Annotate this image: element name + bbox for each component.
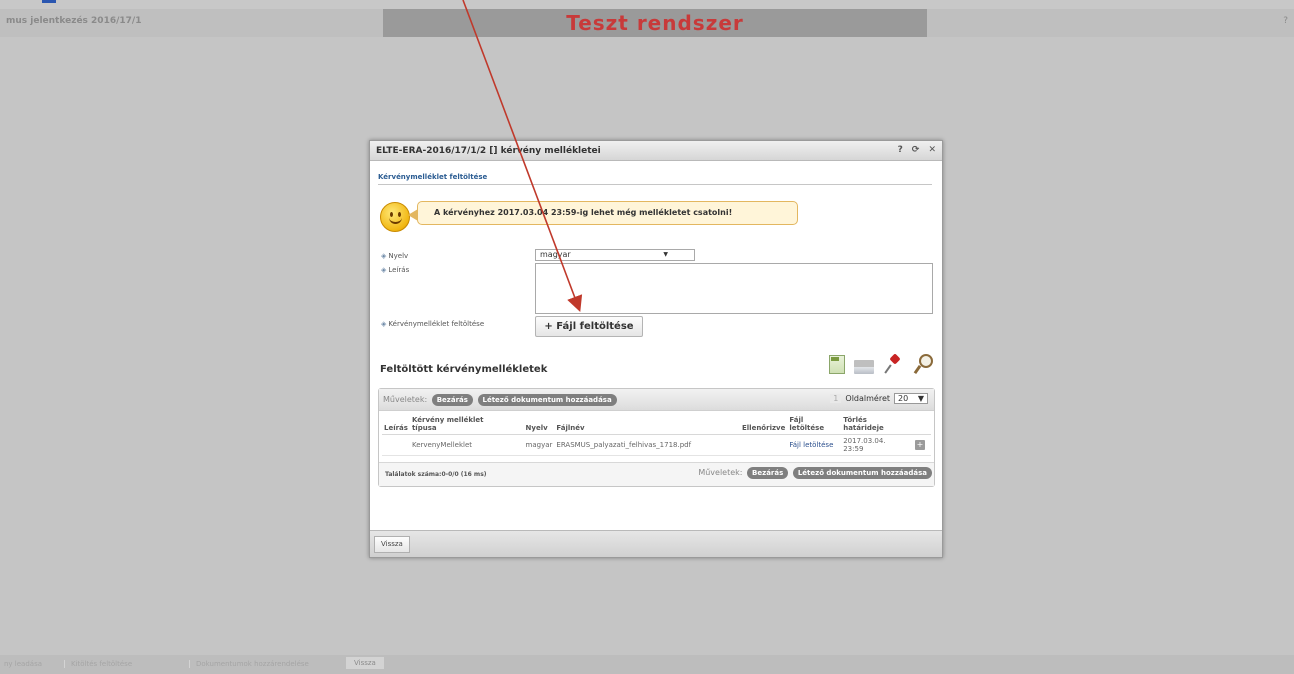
table-row: KervenyMelleklet magyar ERASMUS_palyazat… bbox=[382, 434, 931, 456]
add-existing-document-button[interactable]: Létező dokumentum hozzáadása bbox=[792, 467, 932, 479]
dialog-controls: ? ⟳ ✕ bbox=[898, 145, 936, 155]
bottom-item-submit[interactable]: ny leadása bbox=[4, 660, 42, 668]
close-icon[interactable]: ✕ bbox=[928, 145, 936, 155]
cell-type: KervenyMelleklet bbox=[409, 434, 524, 456]
print-icon[interactable] bbox=[854, 360, 874, 374]
uploaded-list-heading: Feltöltött kérvénymellékletek bbox=[380, 364, 548, 375]
pager: 1 Oldalméret 20 ▼ bbox=[830, 393, 928, 404]
chevron-down-icon: ▼ bbox=[663, 251, 668, 258]
cell-checked bbox=[740, 434, 788, 456]
smiley-icon bbox=[380, 202, 410, 232]
attachments-table: Leírás Kérvény melléklet típusa Nyelv Fáj… bbox=[382, 416, 931, 456]
back-button[interactable]: Vissza bbox=[374, 536, 410, 553]
result-count: Találatok száma:0-0/0 (16 ms) bbox=[385, 471, 487, 478]
page-number[interactable]: 1 bbox=[830, 394, 842, 403]
add-existing-document-button[interactable]: Létező dokumentum hozzáadása bbox=[477, 394, 617, 406]
attachments-grid: Műveletek: Bezárás Létező dokumentum hoz… bbox=[378, 388, 935, 487]
dialog-footer: Vissza bbox=[370, 530, 942, 557]
grid-toolbar: Műveletek: Bezárás Létező dokumentum hoz… bbox=[379, 389, 934, 411]
bullet-icon: ◈ bbox=[381, 252, 387, 260]
help-icon[interactable]: ? bbox=[898, 145, 903, 155]
attachments-dialog: ELTE-ERA-2016/17/1/2 [] kérvény mellékle… bbox=[369, 140, 943, 558]
dialog-title: ELTE-ERA-2016/17/1/2 [] kérvény mellékle… bbox=[376, 146, 601, 156]
file-upload-button[interactable]: + Fájl feltöltése bbox=[535, 316, 643, 337]
excel-export-icon[interactable] bbox=[829, 354, 845, 374]
description-label: ◈ Leírás bbox=[381, 266, 410, 274]
col-filename[interactable]: Fájlnév bbox=[554, 416, 740, 435]
cell-filename: ERASMUS_palyazati_felhivas_1718.pdf bbox=[554, 434, 740, 456]
bottom-item-back[interactable]: Vissza bbox=[346, 657, 384, 669]
language-select[interactable]: magyar ▼ bbox=[535, 249, 695, 261]
page-size-label: Oldalméret bbox=[845, 394, 890, 403]
page-title: mus jelentkezés 2016/17/1 bbox=[6, 16, 142, 26]
language-label: ◈ Nyelv bbox=[381, 252, 409, 260]
close-button[interactable]: Bezárás bbox=[431, 394, 473, 406]
col-download[interactable]: Fájl letöltése bbox=[787, 416, 842, 435]
bullet-icon: ◈ bbox=[381, 266, 387, 274]
test-system-banner: Teszt rendszer bbox=[383, 9, 927, 37]
upload-label: ◈ Kérvénymelléklet feltöltése bbox=[381, 320, 485, 328]
table-header-row: Leírás Kérvény melléklet típusa Nyelv Fáj… bbox=[382, 416, 931, 435]
browser-top-strip bbox=[0, 0, 1294, 9]
row-actions: + bbox=[913, 434, 931, 456]
plus-icon[interactable]: + bbox=[915, 440, 925, 450]
col-language[interactable]: Nyelv bbox=[523, 416, 555, 435]
deadline-notice: A kérvényhez 2017.03.04 23:59-ig lehet m… bbox=[417, 201, 798, 225]
grid-footer: Találatok száma:0-0/0 (16 ms) Műveletek:… bbox=[379, 462, 934, 486]
search-icon[interactable] bbox=[912, 353, 933, 375]
col-description[interactable]: Leírás bbox=[382, 416, 410, 435]
cell-description bbox=[382, 434, 410, 456]
col-type[interactable]: Kérvény melléklet típusa bbox=[409, 416, 524, 435]
col-deadline[interactable]: Törlés határideje bbox=[841, 416, 913, 435]
page-size-select[interactable]: 20 ▼ bbox=[894, 393, 928, 404]
list-tools bbox=[829, 353, 933, 375]
pin-icon[interactable] bbox=[883, 353, 903, 375]
plus-icon: + bbox=[544, 321, 557, 332]
bottom-item-upload-filled[interactable]: Kitöltés feltöltése bbox=[64, 660, 132, 668]
refresh-icon[interactable]: ⟳ bbox=[912, 145, 920, 155]
active-tab-indicator bbox=[42, 0, 56, 3]
section-divider bbox=[378, 184, 932, 185]
bottom-action-bar: ny leadása Kitöltés feltöltése Dokumentu… bbox=[0, 655, 1294, 674]
file-download-link[interactable]: Fájl letöltése bbox=[787, 434, 842, 456]
col-actions bbox=[913, 416, 931, 435]
footer-operations: Műveletek: Bezárás Létező dokumentum hoz… bbox=[698, 467, 932, 479]
smiley-mouth bbox=[389, 216, 402, 224]
operations-label: Műveletek: bbox=[698, 468, 743, 477]
chevron-down-icon: ▼ bbox=[917, 394, 924, 403]
help-icon[interactable]: ? bbox=[1283, 16, 1288, 26]
close-button[interactable]: Bezárás bbox=[747, 467, 789, 479]
cell-deadline: 2017.03.04. 23:59 bbox=[841, 434, 913, 456]
cell-language: magyar bbox=[523, 434, 555, 456]
operations-label: Műveletek: bbox=[383, 395, 428, 404]
bullet-icon: ◈ bbox=[381, 320, 387, 328]
description-textarea[interactable] bbox=[535, 263, 933, 314]
col-checked[interactable]: Ellenőrizve bbox=[740, 416, 788, 435]
dialog-title-bar: ELTE-ERA-2016/17/1/2 [] kérvény mellékle… bbox=[370, 141, 942, 161]
bottom-item-assign-documents[interactable]: Dokumentumok hozzárendelése bbox=[189, 660, 309, 668]
section-title: Kérvénymelléklet feltöltése bbox=[378, 173, 488, 181]
